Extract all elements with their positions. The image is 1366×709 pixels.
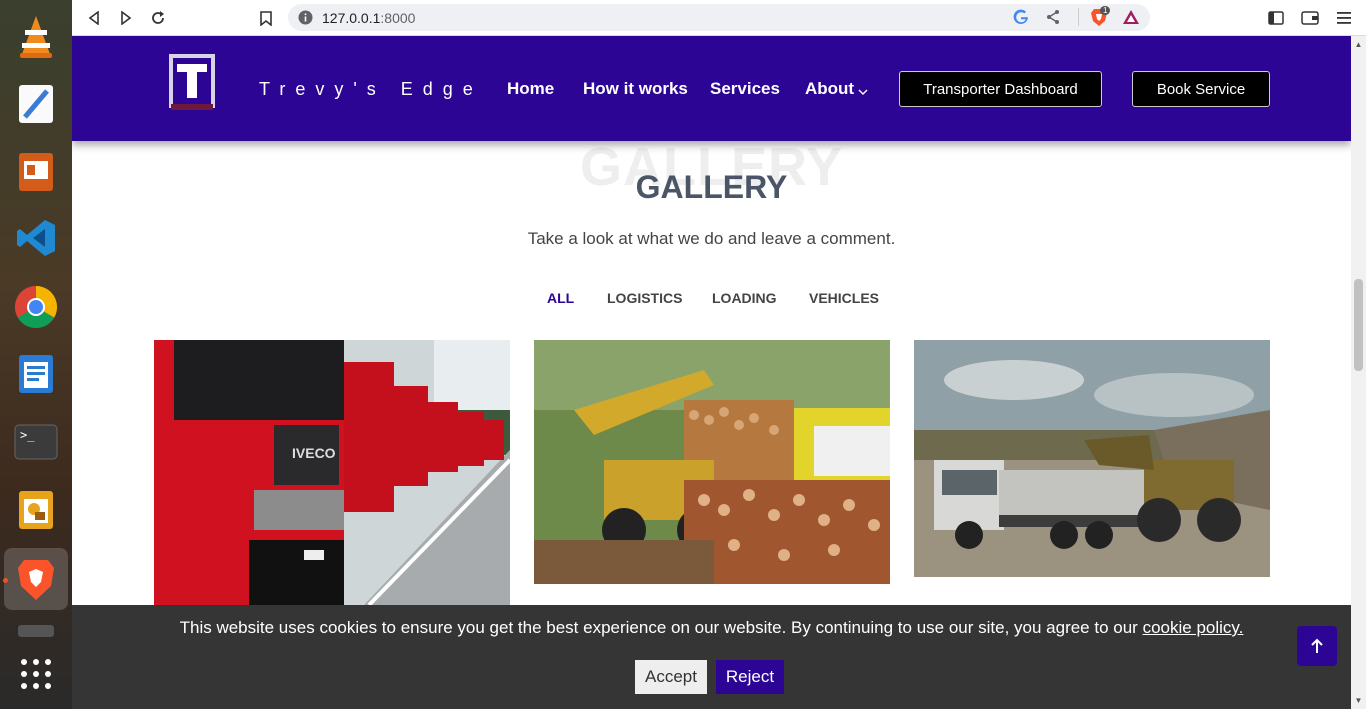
gallery-title: GALLERY — [635, 169, 788, 205]
book-service-button[interactable]: Book Service — [1132, 71, 1270, 107]
sidebar-toggle-icon[interactable] — [1266, 8, 1286, 28]
accept-button[interactable]: Accept — [635, 660, 707, 694]
nav-home[interactable]: Home — [507, 79, 554, 99]
site-info-icon[interactable] — [298, 10, 313, 30]
svg-text:>_: >_ — [20, 428, 35, 442]
page-scrollbar[interactable]: ▲ ▼ — [1351, 36, 1366, 709]
google-icon[interactable] — [1013, 9, 1029, 30]
gallery-subtitle: Take a look at what we do and leave a co… — [527, 229, 896, 248]
reject-button[interactable]: Reject — [716, 660, 784, 694]
filter-loading[interactable]: LOADING — [712, 290, 777, 306]
shield-count-badge: 1 — [1100, 6, 1111, 15]
ubuntu-dock: >_ — [0, 0, 72, 709]
url-text: 127.0.0.1:8000 — [322, 10, 416, 26]
scrollbar-thumb[interactable] — [1354, 279, 1363, 371]
nav-services[interactable]: Services — [710, 79, 780, 99]
cookie-message: This website uses cookies to ensure you … — [179, 618, 1244, 637]
url-bar[interactable]: 127.0.0.1:8000 1 — [288, 4, 1150, 31]
menu-icon[interactable] — [1334, 8, 1354, 28]
filter-vehicles[interactable]: VEHICLES — [809, 290, 879, 306]
back-to-top-button[interactable] — [1297, 626, 1337, 666]
impress-icon[interactable] — [12, 148, 60, 196]
wallet-icon[interactable] — [1300, 8, 1320, 28]
scroll-up-icon[interactable]: ▲ — [1354, 40, 1363, 49]
brand-name[interactable]: Trevy's Edge — [259, 79, 483, 100]
writer-icon[interactable] — [12, 350, 60, 398]
reload-icon[interactable] — [148, 8, 168, 28]
site-logo[interactable] — [167, 52, 217, 112]
text-editor-icon[interactable] — [12, 80, 60, 128]
nav-how-it-works[interactable]: How it works — [583, 79, 688, 99]
site-header: Trevy's Edge Home How it works Services … — [72, 36, 1351, 141]
back-icon[interactable] — [84, 8, 104, 28]
browser-toolbar: 127.0.0.1:8000 1 — [72, 0, 1366, 36]
vlc-icon[interactable] — [12, 12, 60, 60]
scroll-down-icon[interactable]: ▼ — [1354, 696, 1363, 705]
vscode-icon[interactable] — [12, 214, 60, 262]
nav-about[interactable]: About — [805, 79, 854, 99]
cookie-banner: This website uses cookies to ensure you … — [72, 605, 1351, 709]
chrome-icon[interactable] — [12, 283, 60, 331]
svg-text:IVECO: IVECO — [292, 445, 336, 461]
transporter-dashboard-button[interactable]: Transporter Dashboard — [899, 71, 1102, 107]
draw-icon[interactable] — [12, 486, 60, 534]
partial-app-icon[interactable] — [12, 623, 60, 637]
gallery-image-timber-loading[interactable] — [534, 340, 890, 584]
show-apps-icon[interactable] — [12, 650, 60, 698]
chevron-down-icon[interactable] — [858, 83, 868, 101]
brave-rewards-icon[interactable] — [1122, 9, 1140, 30]
brave-icon[interactable] — [4, 548, 68, 610]
forward-icon[interactable] — [116, 8, 136, 28]
share-icon[interactable] — [1045, 9, 1061, 30]
filter-all[interactable]: ALL — [547, 290, 574, 306]
gallery-image-dump-truck[interactable] — [914, 340, 1270, 577]
cookie-policy-link[interactable]: cookie policy. — [1143, 618, 1244, 637]
gallery-image-red-trucks[interactable]: IVECO — [154, 340, 510, 605]
page-viewport: Trevy's Edge Home How it works Services … — [72, 36, 1351, 709]
urlbar-divider — [1078, 8, 1079, 26]
terminal-icon[interactable]: >_ — [12, 418, 60, 466]
arrow-up-icon — [1311, 638, 1323, 653]
bookmark-icon[interactable] — [256, 8, 276, 28]
filter-logistics[interactable]: LOGISTICS — [607, 290, 682, 306]
